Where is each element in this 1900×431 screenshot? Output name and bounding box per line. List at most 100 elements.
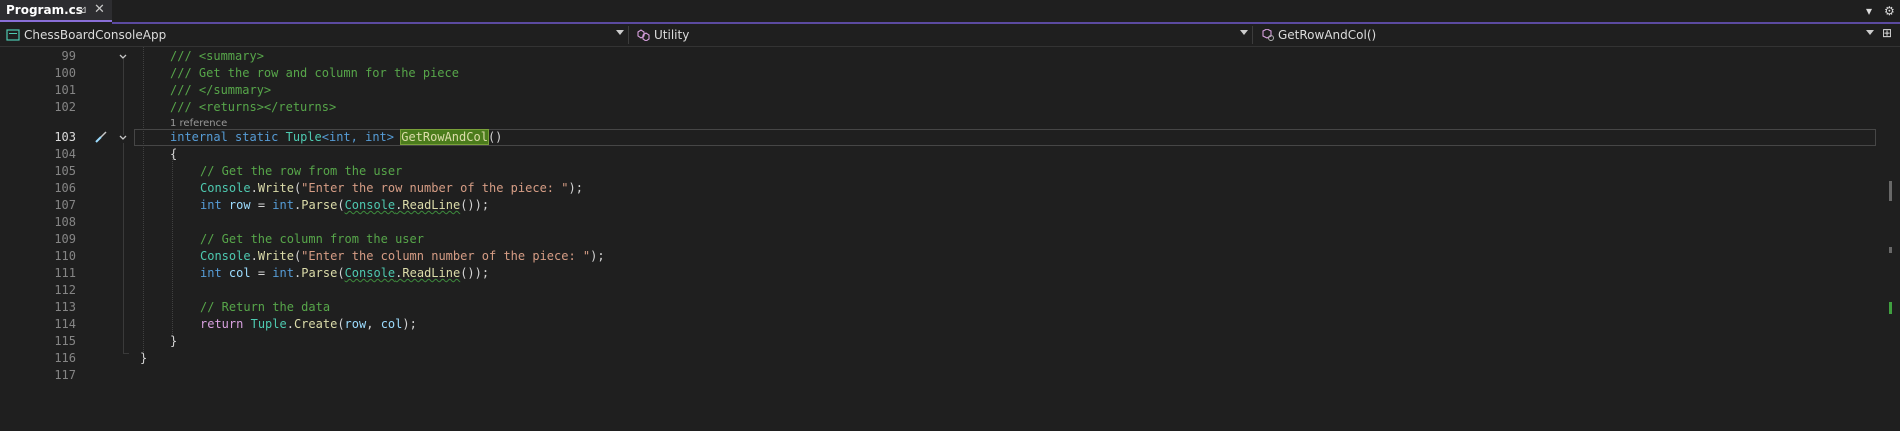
punctuation: ()); bbox=[460, 198, 490, 212]
project-name: ChessBoardConsoleApp bbox=[24, 28, 167, 42]
punctuation: ( bbox=[337, 266, 345, 280]
keyword: int bbox=[200, 266, 222, 280]
method-call: Create bbox=[293, 317, 338, 331]
variable: row bbox=[344, 317, 367, 331]
keyword: internal bbox=[170, 130, 228, 144]
method-call: Write bbox=[257, 181, 294, 195]
code-editor[interactable]: 99 100 101 102 103 104 105 106 107 108 1… bbox=[0, 47, 1876, 431]
class-name: Tuple bbox=[250, 317, 287, 331]
line-number: 117 bbox=[54, 368, 76, 382]
punctuation: = bbox=[250, 198, 273, 212]
selected-method-name: GetRowAndCol bbox=[400, 129, 489, 145]
method-call: ReadLine bbox=[402, 198, 461, 212]
punctuation: ( bbox=[337, 317, 345, 331]
code-line: /// <summary> bbox=[170, 49, 264, 63]
code-line: /// <returns></returns> bbox=[170, 100, 337, 114]
code-line: { bbox=[170, 147, 178, 161]
punctuation: , bbox=[366, 317, 381, 331]
code-line: /// </summary> bbox=[170, 83, 272, 97]
chevron-down-icon bbox=[616, 30, 624, 35]
vertical-scrollbar[interactable] bbox=[1884, 47, 1898, 431]
code-line: int col = int.Parse(Console.ReadLine()); bbox=[200, 265, 489, 282]
fold-region-end bbox=[123, 353, 129, 354]
indent-guide bbox=[172, 156, 173, 336]
member-name: GetRowAndCol() bbox=[1278, 28, 1377, 42]
document-tab-bar: Program.cs ⊿ ✕ ▾ ⚙ bbox=[0, 0, 1900, 24]
nav-divider bbox=[628, 26, 629, 44]
code-line: } bbox=[140, 351, 148, 365]
code-line: Console.Write("Enter the row number of t… bbox=[200, 180, 583, 197]
code-line: /// Get the row and column for the piece bbox=[170, 66, 459, 80]
close-icon[interactable]: ✕ bbox=[94, 2, 105, 17]
class-name: Console bbox=[344, 266, 396, 280]
keyword: return bbox=[200, 317, 244, 331]
tab-program-cs[interactable]: Program.cs ⊿ ✕ bbox=[0, 0, 112, 22]
punctuation: () bbox=[487, 130, 503, 144]
variable: col bbox=[380, 317, 403, 331]
keyword: int bbox=[200, 198, 222, 212]
class-name: Console bbox=[344, 198, 396, 212]
line-number: 108 bbox=[54, 215, 76, 229]
keyword: int bbox=[272, 198, 294, 212]
code-line: // Get the row from the user bbox=[200, 164, 403, 178]
method-icon bbox=[1262, 29, 1274, 41]
line-number: 116 bbox=[54, 351, 76, 365]
class-name: Console bbox=[200, 249, 251, 263]
line-number: 112 bbox=[54, 283, 76, 297]
line-number: 107 bbox=[54, 198, 76, 212]
line-number: 113 bbox=[54, 300, 76, 314]
chevron-down-icon bbox=[1866, 30, 1874, 35]
line-number: 109 bbox=[54, 232, 76, 246]
type-name: Utility bbox=[654, 28, 690, 42]
fold-region-line bbox=[123, 59, 124, 135]
nav-divider bbox=[1252, 26, 1253, 44]
line-number: 104 bbox=[54, 147, 76, 161]
line-number: 105 bbox=[54, 164, 76, 178]
code-line: } bbox=[170, 334, 178, 348]
generic-args: <int, int> bbox=[321, 130, 394, 144]
line-number: 110 bbox=[54, 249, 76, 263]
line-number: 106 bbox=[54, 181, 76, 195]
line-number: 100 bbox=[54, 66, 76, 80]
keyword: static bbox=[235, 130, 279, 144]
line-number: 99 bbox=[61, 49, 76, 63]
method-call: Parse bbox=[301, 198, 338, 212]
line-number: 111 bbox=[54, 266, 76, 280]
screwdriver-icon[interactable] bbox=[94, 130, 108, 144]
scrollbar-thumb[interactable] bbox=[1889, 181, 1892, 201]
type-dropdown[interactable]: Utility bbox=[630, 24, 1250, 46]
indent-guide bbox=[143, 47, 144, 352]
project-dropdown[interactable]: ChessBoardConsoleApp bbox=[0, 24, 626, 46]
code-line: internal static Tuple<int, int> GetRowAn… bbox=[170, 129, 502, 146]
chevron-down-icon bbox=[1240, 30, 1248, 35]
code-line: return Tuple.Create(row, col); bbox=[200, 316, 417, 333]
code-line: // Get the column from the user bbox=[200, 232, 424, 246]
line-number: 114 bbox=[54, 317, 76, 331]
variable: col bbox=[228, 266, 251, 280]
split-editor-icon[interactable]: ⊞ bbox=[1882, 26, 1892, 40]
type-name: Tuple bbox=[285, 130, 322, 144]
pin-icon[interactable]: ⊿ bbox=[78, 3, 87, 16]
method-call: ReadLine bbox=[402, 266, 461, 280]
code-line: int row = int.Parse(Console.ReadLine()); bbox=[200, 197, 489, 214]
gear-icon[interactable]: ⚙ bbox=[1884, 4, 1895, 18]
method-call: Write bbox=[257, 249, 294, 263]
code-line: Console.Write("Enter the column number o… bbox=[200, 248, 605, 265]
method-call: Parse bbox=[301, 266, 338, 280]
punctuation: ( bbox=[337, 198, 345, 212]
member-dropdown[interactable]: GetRowAndCol() bbox=[1254, 24, 1878, 46]
variable: row bbox=[228, 198, 251, 212]
line-number: 115 bbox=[54, 334, 76, 348]
scrollbar-marker bbox=[1889, 247, 1892, 253]
code-line: // Return the data bbox=[200, 300, 331, 314]
scrollbar-change-marker bbox=[1889, 302, 1892, 314]
punctuation: ()); bbox=[460, 266, 490, 280]
punctuation: . bbox=[286, 317, 294, 331]
chevron-down-icon[interactable]: ▾ bbox=[1866, 4, 1872, 18]
csharp-project-icon bbox=[6, 29, 20, 41]
fold-region-line bbox=[123, 143, 124, 353]
punctuation: . bbox=[250, 249, 258, 263]
punctuation: ); bbox=[402, 317, 417, 331]
class-name: Console bbox=[200, 181, 251, 195]
punctuation: ); bbox=[568, 181, 583, 195]
